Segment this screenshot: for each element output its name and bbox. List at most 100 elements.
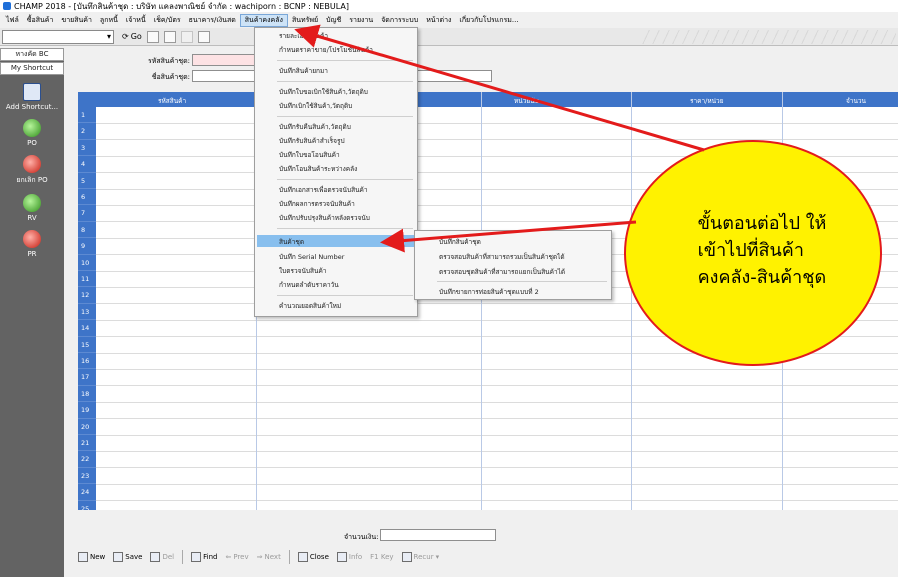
row-number[interactable]: 2 xyxy=(78,123,96,140)
cancel-po-icon xyxy=(23,155,41,173)
sidebar-item-rv[interactable]: RV xyxy=(0,194,64,222)
menu-about[interactable]: เกี่ยวกับโปรแกรม... xyxy=(455,15,522,26)
sidebar-item-pr[interactable]: PR xyxy=(0,230,64,258)
menu-item-count-document[interactable]: บันทึกเอกสารเพื่อตรวจนับสินค้า xyxy=(279,185,368,195)
table-row xyxy=(96,467,898,469)
menu-purchase[interactable]: ซื้อสินค้า xyxy=(23,15,58,26)
row-number[interactable]: 4 xyxy=(78,156,96,173)
menu-account[interactable]: บัญชี xyxy=(322,15,345,26)
save-icon[interactable] xyxy=(163,30,176,43)
menu-debtor[interactable]: ลูกหนี้ xyxy=(96,15,122,26)
shortcut-combo[interactable]: ▾ xyxy=(2,29,114,44)
menu-assets[interactable]: สินทรัพย์ xyxy=(288,15,322,26)
row-number[interactable]: 25 xyxy=(78,500,96,510)
row-number[interactable]: 8 xyxy=(78,221,96,239)
menu-cheque[interactable]: เช็ค/บัตร xyxy=(150,15,185,26)
table-row xyxy=(96,123,898,124)
menu-item-adjust[interactable]: บันทึกปรับปรุงสินค้าหลังตรวจนับ xyxy=(279,213,370,223)
submenu-item-check-combine[interactable]: ตรวจสอบสินค้าที่สามารถรวมเป็นสินค้าชุดได… xyxy=(439,252,565,262)
row-number[interactable]: 15 xyxy=(78,336,96,353)
menu-inventory[interactable]: สินค้าคงคลัง xyxy=(239,13,288,27)
row-number[interactable]: 23 xyxy=(78,467,96,485)
menu-item-price-promo[interactable]: กำหนดราคาขาย/โปรโมชั่นสินค้า xyxy=(279,45,373,55)
sidebar-item-cancel-po[interactable]: ยกเลิก PO xyxy=(0,155,64,186)
menu-item-transfer-request[interactable]: บันทึกใบขอโอนสินค้า xyxy=(279,150,340,160)
recur-icon xyxy=(401,552,412,562)
next-button[interactable]: ⇒ Next xyxy=(257,553,281,561)
menu-bank[interactable]: ธนาคาร/เงินสด xyxy=(185,15,240,26)
row-number[interactable]: 12 xyxy=(78,287,96,304)
pr-icon xyxy=(23,230,41,248)
toolbar: ▾ ⟳ Go xyxy=(0,28,898,46)
del-button[interactable]: Del xyxy=(150,552,174,562)
col-code[interactable]: รหัสสินค้า xyxy=(158,96,186,106)
row-number[interactable]: 17 xyxy=(78,369,96,386)
new-button[interactable]: New xyxy=(78,552,105,562)
menu-window[interactable]: หน้าต่าง xyxy=(422,15,455,26)
menu-item-product-set[interactable]: สินค้าชุด xyxy=(279,237,304,247)
save-icon xyxy=(113,552,124,562)
menu-item-withdraw-request[interactable]: บันทึกใบขอเบิกใช้สินค้า,วัตถุดิบ xyxy=(279,87,368,97)
menu-item-product-details[interactable]: รายละเอียดสินค้า xyxy=(279,31,328,41)
find-button[interactable]: Find xyxy=(191,552,217,562)
row-number[interactable]: 3 xyxy=(78,139,96,157)
submenu-item-sale-set-2[interactable]: บันทึกขายการท่อยสินค้าชุดแบบที่ 2 xyxy=(439,287,539,297)
row-number[interactable]: 18 xyxy=(78,385,96,403)
menu-item-count-result[interactable]: บันทึกผลการตรวจนับสินค้า xyxy=(279,199,355,209)
col-unit[interactable]: หน่วยนับ xyxy=(514,96,539,106)
menu-sales[interactable]: ขายสินค้า xyxy=(57,15,96,26)
menu-item-count-sheet[interactable]: ใบตรวจนับสินค้า xyxy=(279,266,326,276)
menu-system[interactable]: จัดการระบบ xyxy=(377,15,422,26)
menu-item-receive-finished[interactable]: บันทึกรับสินค้าสำเร็จรูป xyxy=(279,136,345,146)
go-button[interactable]: ⟳ Go xyxy=(122,32,142,41)
col-price[interactable]: ราคา/หน่วย xyxy=(690,96,724,106)
row-number[interactable]: 14 xyxy=(78,320,96,337)
close-button[interactable]: Close xyxy=(297,552,329,562)
recur-button[interactable]: Recur ▾ xyxy=(401,552,439,562)
table-row xyxy=(96,385,898,387)
action-bar: New Save Del Find ⇐ Prev ⇒ Next Close Info… xyxy=(78,547,447,567)
grid-header: รหัสสินค้า หน่วยนับ ราคา/หน่วย จำนวน xyxy=(78,92,898,107)
grid-icon[interactable] xyxy=(146,30,159,43)
sidebar-item-add-shortcut[interactable]: Add Shortcut... xyxy=(0,83,64,111)
row-number[interactable]: 10 xyxy=(78,254,96,271)
menu-item-recalculate[interactable]: คำนวณยอดสินค้าใหม่ xyxy=(279,301,341,311)
document-icon xyxy=(23,83,41,101)
row-number[interactable]: 24 xyxy=(78,484,96,501)
menu-item-serial-number[interactable]: บันทึก Serial Number xyxy=(279,252,344,262)
info-button[interactable]: Info xyxy=(336,552,362,562)
menu-report[interactable]: รายงาน xyxy=(345,15,377,26)
row-number[interactable]: 1 xyxy=(78,107,96,124)
prev-button[interactable]: ⇐ Prev xyxy=(225,553,248,561)
menu-creditor[interactable]: เจ้าหนี้ xyxy=(122,15,150,26)
f1-button[interactable]: F1 Key xyxy=(370,553,393,561)
menu-separator xyxy=(437,281,607,282)
row-number[interactable]: 13 xyxy=(78,303,96,321)
menu-item-opening-stock[interactable]: บันทึกสินค้ายกมา xyxy=(279,66,328,76)
row-number[interactable]: 21 xyxy=(78,435,96,452)
row-number[interactable]: 6 xyxy=(78,189,96,206)
menu-item-return[interactable]: บันทึกรับคืนสินค้า,วัตถุดิบ xyxy=(279,122,351,132)
sidebar-item-po[interactable]: PO xyxy=(0,119,64,147)
row-number[interactable]: 5 xyxy=(78,172,96,189)
find-icon[interactable] xyxy=(197,30,210,43)
app-icon xyxy=(3,2,11,10)
menu-item-withdraw[interactable]: บันทึกเบิกใช้สินค้า,วัตถุดิบ xyxy=(279,101,352,111)
submenu-item-record-set[interactable]: บันทึกสินค้าชุด xyxy=(439,237,481,247)
binoculars-icon xyxy=(191,552,202,562)
row-number[interactable]: 19 xyxy=(78,402,96,419)
menu-separator xyxy=(277,116,413,117)
row-number[interactable]: 11 xyxy=(78,271,96,288)
menu-item-transfer[interactable]: บันทึกโอนสินค้าระหว่างคลัง xyxy=(279,164,357,174)
row-number[interactable]: 9 xyxy=(78,238,96,255)
cut-icon[interactable] xyxy=(180,30,193,43)
row-number[interactable]: 20 xyxy=(78,418,96,435)
row-number[interactable]: 16 xyxy=(78,353,96,370)
row-number[interactable]: 7 xyxy=(78,205,96,222)
col-qty[interactable]: จำนวน xyxy=(846,96,866,106)
row-number[interactable]: 22 xyxy=(78,451,96,468)
save-button[interactable]: Save xyxy=(113,552,142,562)
menu-item-price-order[interactable]: กำหนดลำดับราคาวัน xyxy=(279,280,339,290)
menu-file[interactable]: ไฟล์ xyxy=(2,15,23,26)
submenu-item-check-split[interactable]: ตรวจสอบชุดสินค้าที่สามารถแยกเป็นสินค้าได… xyxy=(439,267,565,277)
